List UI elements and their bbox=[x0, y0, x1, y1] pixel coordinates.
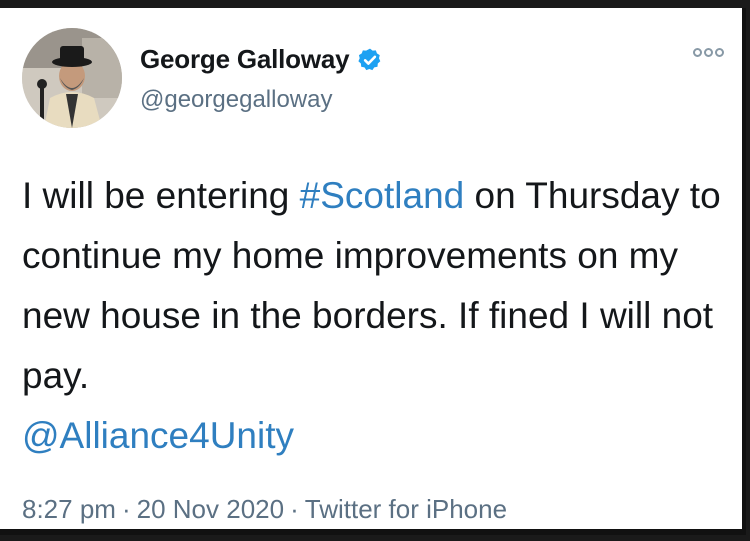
tweet-meta: 8:27 pm · 20 Nov 2020 · Twitter for iPhone bbox=[22, 494, 507, 525]
avatar[interactable] bbox=[22, 28, 122, 128]
profile-photo-icon bbox=[22, 28, 122, 128]
tweet-card: George Galloway @georgegalloway I will b… bbox=[0, 8, 746, 535]
separator: · bbox=[290, 494, 299, 524]
tweet-text: I will be entering #Scotland on Thursday… bbox=[22, 166, 732, 466]
verified-badge-icon bbox=[357, 47, 383, 73]
hashtag-link[interactable]: #Scotland bbox=[300, 175, 465, 216]
mention-link[interactable]: @Alliance4Unity bbox=[22, 415, 294, 456]
tweet-source[interactable]: Twitter for iPhone bbox=[305, 494, 507, 524]
tweet-time[interactable]: 8:27 pm bbox=[22, 494, 116, 524]
user-handle[interactable]: @georgegalloway bbox=[140, 86, 332, 114]
display-name[interactable]: George Galloway bbox=[140, 44, 350, 75]
separator: · bbox=[121, 494, 131, 524]
name-row: George Galloway bbox=[140, 44, 383, 75]
tweet-text-segment: I will be entering bbox=[22, 175, 300, 216]
tweet-date[interactable]: 20 Nov 2020 bbox=[137, 494, 284, 524]
more-options-icon[interactable] bbox=[693, 48, 724, 57]
